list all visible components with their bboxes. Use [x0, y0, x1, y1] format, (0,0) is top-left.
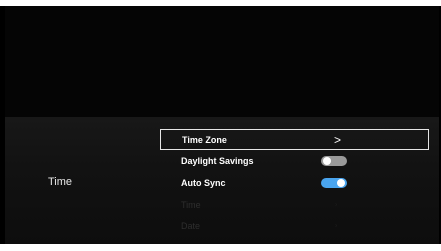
menu-item-date: Date › — [160, 215, 429, 236]
time-zone-label: Time Zone — [182, 134, 227, 145]
menu-item-daylight-savings[interactable]: Daylight Savings — [160, 150, 429, 171]
menu-item-time: Time › — [160, 194, 429, 215]
menu-item-auto-sync[interactable]: Auto Sync — [160, 172, 429, 193]
time-label: Time — [181, 199, 201, 210]
auto-sync-toggle[interactable] — [321, 177, 347, 188]
chevron-right-icon: > — [334, 132, 342, 147]
daylight-savings-label: Daylight Savings — [181, 155, 254, 166]
screen-border-bottom — [0, 244, 441, 251]
time-indicator: › — [335, 201, 338, 208]
category-label: Time — [48, 176, 73, 188]
menu-item-time-zone[interactable]: Time Zone > — [160, 129, 429, 150]
daylight-savings-toggle[interactable] — [321, 155, 347, 166]
date-indicator: › — [335, 222, 338, 229]
toggle-knob — [323, 156, 331, 165]
auto-sync-label: Auto Sync — [181, 177, 226, 188]
toggle-knob — [337, 178, 345, 187]
date-label: Date — [181, 220, 201, 231]
